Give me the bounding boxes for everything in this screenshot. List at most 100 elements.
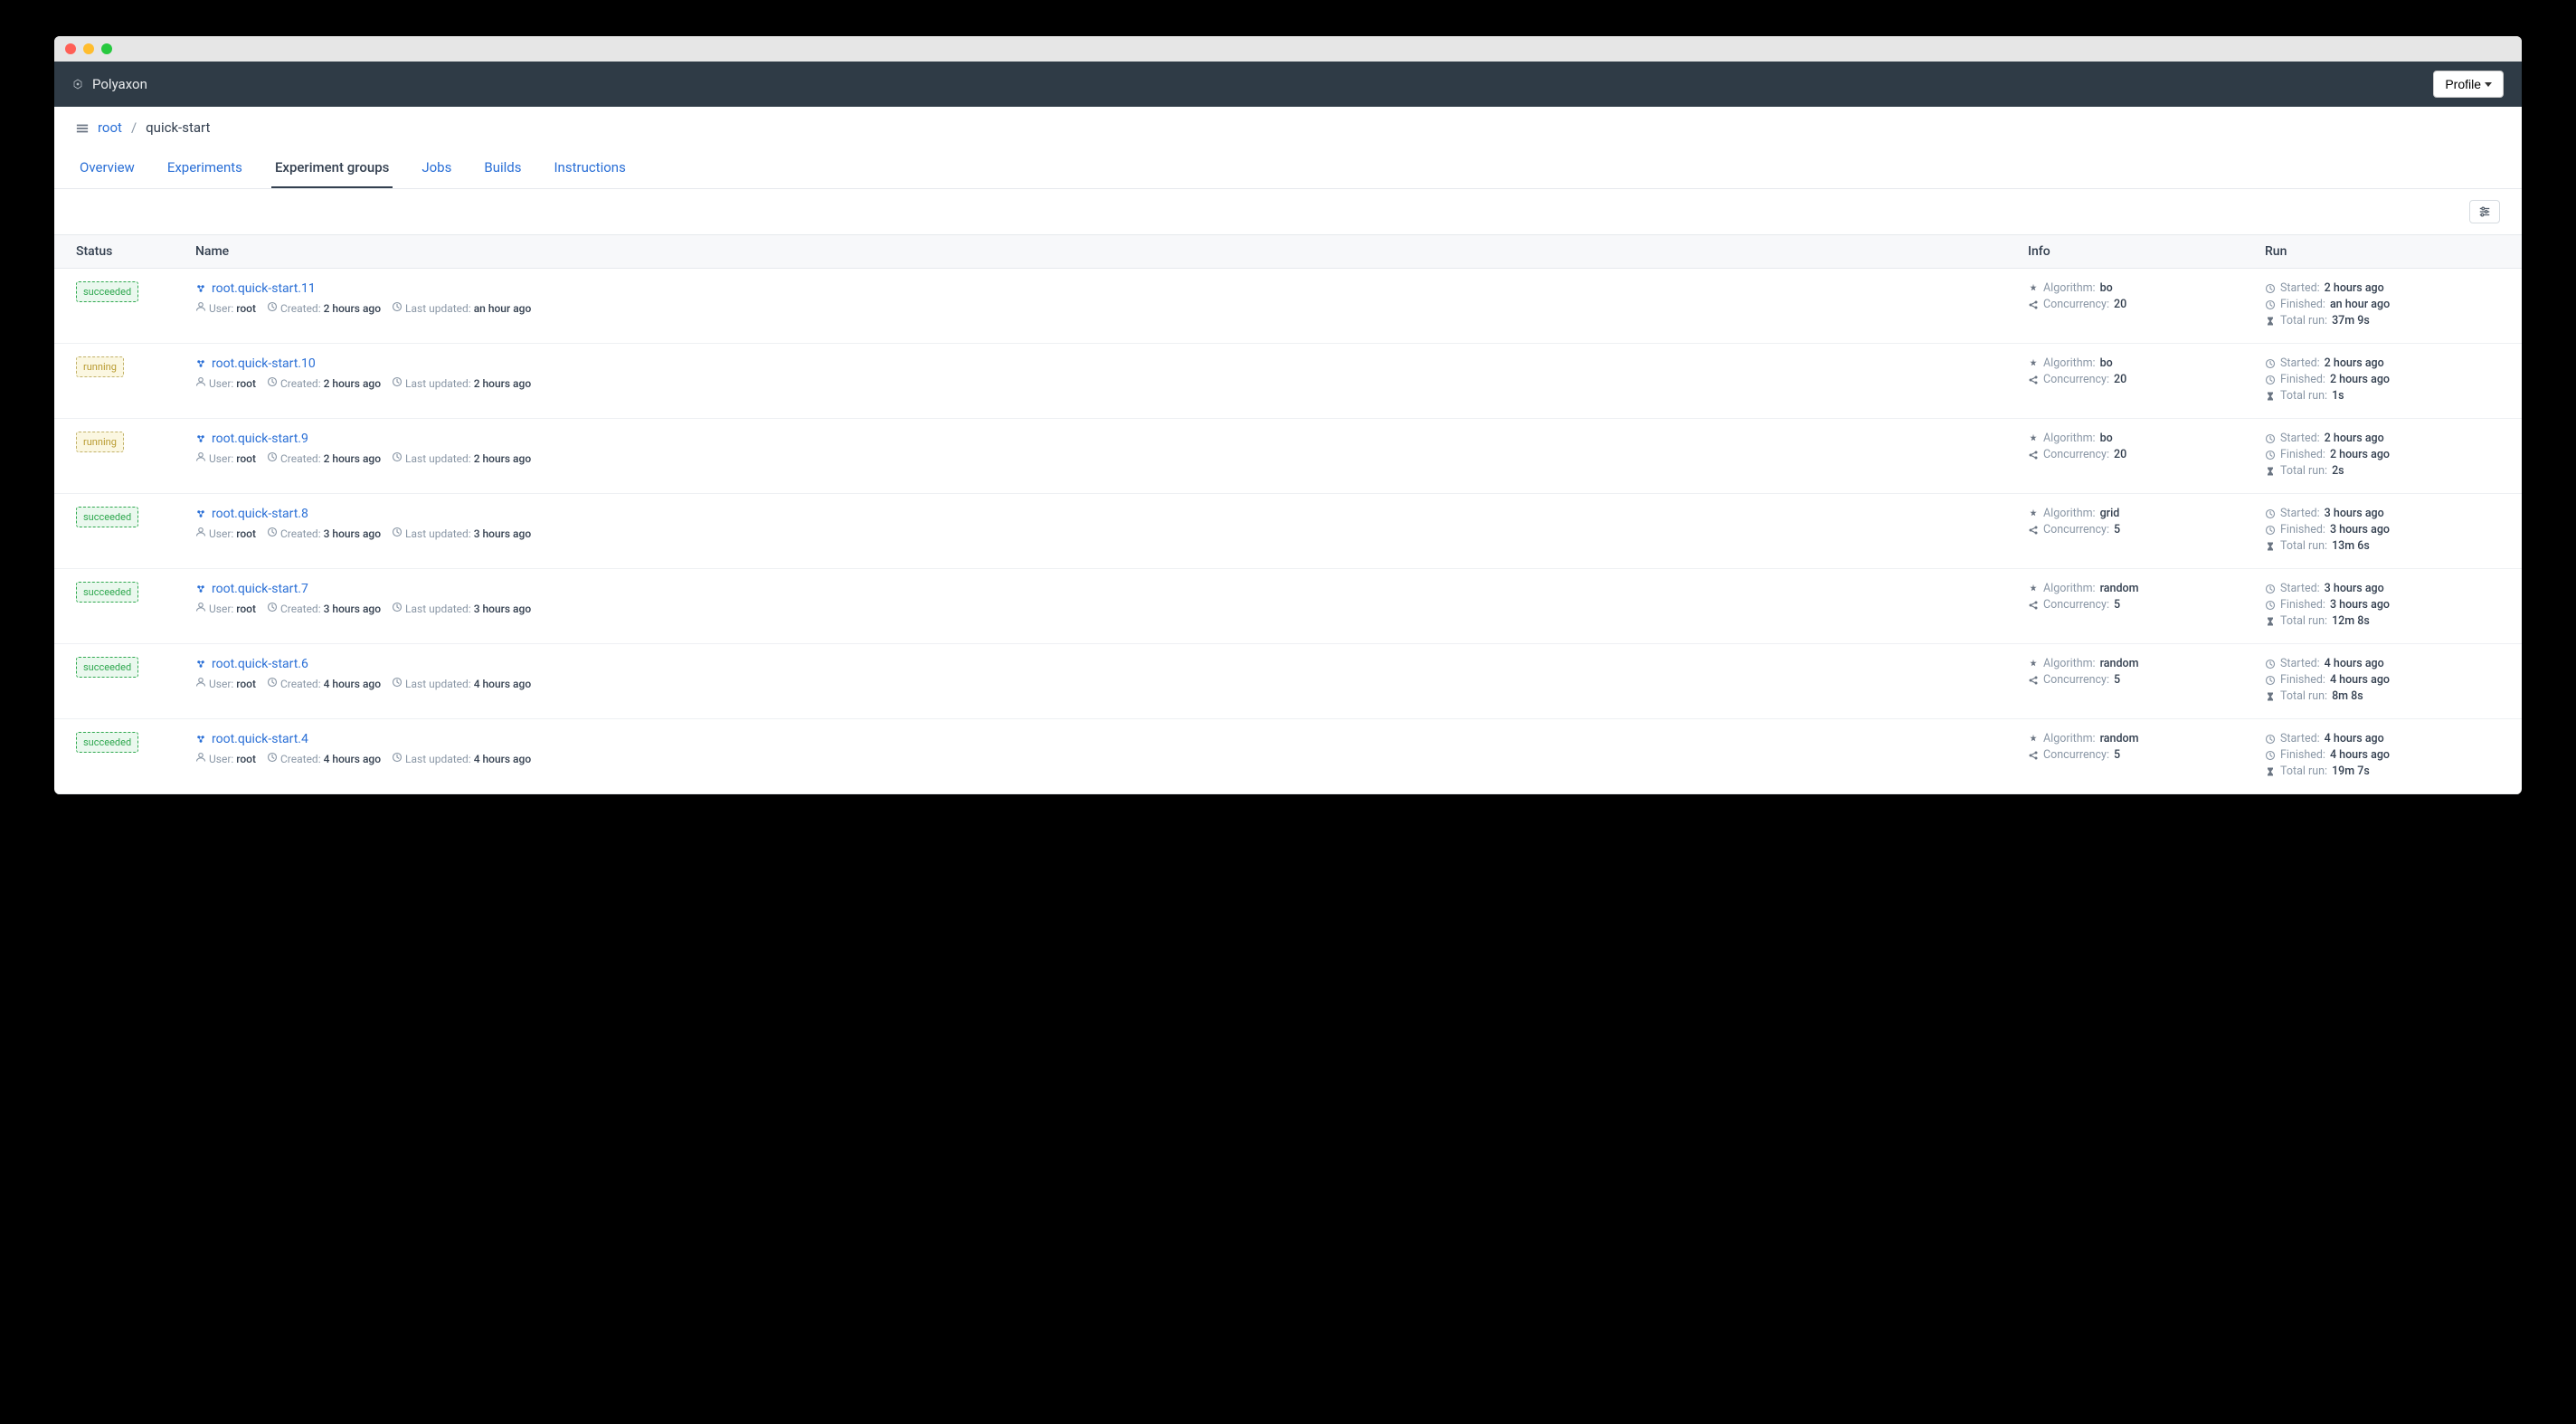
status-badge: succeeded (76, 507, 138, 527)
user-icon (195, 301, 206, 312)
col-run: Run (2265, 244, 2500, 259)
clock-icon (2265, 358, 2276, 369)
group-row: succeeded root.quick-start.11 User: root… (54, 269, 2522, 344)
share-icon (2028, 675, 2039, 686)
clock-icon (2265, 600, 2276, 611)
clock-icon (267, 602, 278, 612)
clock-icon (267, 451, 278, 462)
user-icon (195, 451, 206, 462)
group-name-link[interactable]: root.quick-start.10 (212, 356, 316, 371)
hourglass-icon (2265, 691, 2276, 702)
window-close-icon[interactable] (65, 43, 76, 54)
clock-icon (2265, 525, 2276, 536)
group-name-link[interactable]: root.quick-start.4 (212, 732, 308, 746)
breadcrumb-separator: / (131, 119, 137, 136)
clock-icon (2265, 299, 2276, 310)
tab-experiment-groups[interactable]: Experiment groups (271, 148, 393, 188)
asterisk-icon (2028, 508, 2039, 519)
breadcrumb-root-link[interactable]: root (98, 119, 122, 136)
clock-icon (2265, 375, 2276, 385)
brand[interactable]: Polyaxon (72, 74, 147, 94)
list-toolbar (54, 189, 2522, 234)
user-icon (195, 602, 206, 612)
group-row: succeeded root.quick-start.6 User: root … (54, 644, 2522, 719)
clock-icon (392, 677, 402, 688)
group-name-link[interactable]: root.quick-start.7 (212, 582, 308, 596)
share-icon (2028, 450, 2039, 460)
status-badge: running (76, 432, 124, 452)
project-icon (76, 119, 89, 136)
brand-name: Polyaxon (92, 76, 147, 92)
tab-builds[interactable]: Builds (480, 148, 525, 188)
window-maximize-icon[interactable] (101, 43, 112, 54)
share-icon (2028, 750, 2039, 761)
user-icon (195, 376, 206, 387)
asterisk-icon (2028, 358, 2039, 369)
col-name: Name (195, 244, 2017, 259)
asterisk-icon (2028, 734, 2039, 745)
clock-icon (392, 301, 402, 312)
hourglass-icon (2265, 316, 2276, 327)
group-name-link[interactable]: root.quick-start.8 (212, 507, 308, 521)
clock-icon (2265, 450, 2276, 460)
tab-instructions[interactable]: Instructions (550, 148, 629, 188)
clock-icon (392, 602, 402, 612)
profile-button[interactable]: Profile (2433, 71, 2504, 98)
clock-icon (267, 376, 278, 387)
clock-icon (267, 677, 278, 688)
group-icon (195, 358, 206, 369)
status-badge: succeeded (76, 732, 138, 753)
hourglass-icon (2265, 541, 2276, 552)
tab-experiments[interactable]: Experiments (164, 148, 246, 188)
share-icon (2028, 525, 2039, 536)
list-header: Status Name Info Run (54, 234, 2522, 269)
group-icon (195, 433, 206, 444)
status-badge: succeeded (76, 582, 138, 603)
tab-overview[interactable]: Overview (76, 148, 138, 188)
user-icon (195, 677, 206, 688)
status-badge: succeeded (76, 281, 138, 302)
group-row: running root.quick-start.10 User: root C… (54, 344, 2522, 419)
navbar: Polyaxon Profile (54, 62, 2522, 107)
group-icon (195, 659, 206, 669)
group-row: succeeded root.quick-start.8 User: root … (54, 494, 2522, 569)
asterisk-icon (2028, 584, 2039, 594)
clock-icon (267, 527, 278, 537)
col-status: Status (76, 244, 185, 259)
group-name-link[interactable]: root.quick-start.9 (212, 432, 308, 446)
hourglass-icon (2265, 466, 2276, 477)
logo-icon (72, 74, 83, 94)
window-titlebar (54, 36, 2522, 62)
clock-icon (392, 527, 402, 537)
clock-icon (392, 451, 402, 462)
group-row: succeeded root.quick-start.4 User: root … (54, 719, 2522, 794)
clock-icon (2265, 283, 2276, 294)
clock-icon (2265, 750, 2276, 761)
col-info: Info (2028, 244, 2254, 259)
sliders-icon (2478, 205, 2491, 218)
clock-icon (267, 301, 278, 312)
filter-button[interactable] (2469, 200, 2500, 223)
group-icon (195, 584, 206, 594)
tabs: Overview Experiments Experiment groups Jobs… (54, 148, 2522, 189)
group-name-link[interactable]: root.quick-start.6 (212, 657, 308, 671)
clock-icon (267, 752, 278, 763)
app-window: Polyaxon Profile root / quick-start Over… (54, 36, 2522, 794)
clock-icon (2265, 675, 2276, 686)
asterisk-icon (2028, 659, 2039, 669)
group-row: running root.quick-start.9 User: root Cr… (54, 419, 2522, 494)
clock-icon (2265, 584, 2276, 594)
hourglass-icon (2265, 766, 2276, 777)
tab-jobs[interactable]: Jobs (418, 148, 455, 188)
clock-icon (2265, 508, 2276, 519)
hourglass-icon (2265, 616, 2276, 627)
window-minimize-icon[interactable] (83, 43, 94, 54)
asterisk-icon (2028, 283, 2039, 294)
group-icon (195, 508, 206, 519)
status-badge: running (76, 356, 124, 377)
share-icon (2028, 600, 2039, 611)
group-icon (195, 734, 206, 745)
group-name-link[interactable]: root.quick-start.11 (212, 281, 316, 296)
group-row: succeeded root.quick-start.7 User: root … (54, 569, 2522, 644)
hourglass-icon (2265, 391, 2276, 402)
